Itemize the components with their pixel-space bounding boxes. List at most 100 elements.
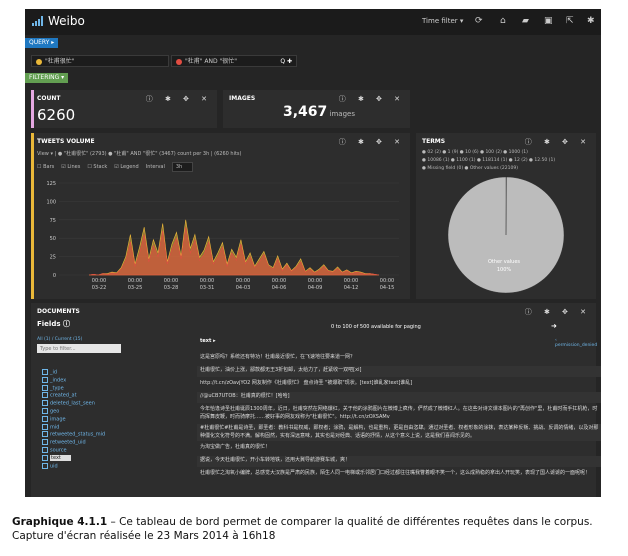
panel-controls[interactable]: ⓘ ✱ ✥ ✕ [146,94,212,104]
images-title: IMAGES [229,95,256,102]
field-checkbox[interactable] [42,423,48,430]
panel-controls[interactable]: ⓘ ✱ ✥ ✕ [525,307,591,317]
field-checkbox[interactable] [42,415,48,422]
field-item[interactable]: source [42,447,67,454]
refresh-icon[interactable]: ⟳ [475,16,483,26]
terms-panel: TERMS ⓘ ✱ ✥ ✕ ● 02 (2) ● 1 (9) ● 10 (6) … [416,133,596,299]
document-row[interactable]: #杜甫很忙#杜甫是诗圣，即圣者：教科书是权威，即权者；涂鸦，是解构，也是重构，更… [197,424,601,441]
count-title: COUNT [37,95,61,102]
x-tick-label: 03-31 [200,285,215,291]
tweets-volume-chart: 0255075100125 00:0003-2200:0003-2500:000… [46,181,399,291]
x-tick-label: 03-25 [128,285,143,291]
field-checkbox[interactable] [42,454,48,461]
field-checkbox[interactable] [42,392,48,399]
option-legend[interactable]: ☑ Legend [114,164,138,170]
terms-legend-line: ● Missing field (0) ● Other values (2210… [422,166,518,171]
tweets-volume-title: TWEETS VOLUME [37,138,95,145]
documents-title: DOCUMENTS [37,308,80,315]
x-tick-label: 00:00 [92,278,106,284]
panel-controls[interactable]: ⓘ ✱ ✥ ✕ [339,94,405,104]
panel-controls[interactable]: ⓘ ✱ ✥ ✕ [525,137,591,147]
save-icon[interactable]: ▣ [544,16,553,26]
app-logo[interactable]: Weibo [32,14,85,28]
terms-legend-line: ● 10086 (1) ● 1100 (1) ● 118114 (1) ● 12… [422,158,556,163]
terms-title: TERMS [422,138,446,145]
field-item[interactable]: retweeted_uid [42,439,86,446]
x-tick-label: 00:00 [164,278,178,284]
field-checkbox[interactable] [42,431,48,438]
time-filter-dropdown[interactable]: Time filter ▾ [422,17,463,25]
field-item[interactable]: deleted_last_seen [42,400,95,407]
document-row[interactable]: 这是宫原吗？系统还有特功！杜甫最近很忙，在飞速地往要来道一网？ [197,353,601,364]
field-checkbox[interactable] [42,408,48,414]
document-row[interactable]: 今年恰逢诗圣杜甫诞辰1300周年，近日，杜甫突然在网络爆红，关于他的涂鸦图片在微… [197,405,601,422]
field-item[interactable]: _index [42,376,66,383]
query-color-dot[interactable] [36,58,42,65]
field-item[interactable]: _type [42,384,64,391]
column-header-permission[interactable]: ‹ permission_denied [555,338,597,348]
x-tick-label: 00:00 [272,278,286,284]
query-input-2[interactable]: "杜甫" AND "很忙" Q ✚ [171,55,297,67]
field-item[interactable]: uid [42,462,58,469]
document-row[interactable]: 为淘宝做广告，杜甫真的很忙！ [197,443,601,454]
field-item[interactable]: text [42,454,71,462]
home-icon[interactable]: ⌂ [500,16,506,26]
gear-icon[interactable]: ✱ [587,16,595,26]
field-filter-input[interactable] [37,344,121,353]
add-query-icon[interactable]: Q ✚ [280,56,292,68]
figure-caption: Graphique 4.1.1 – Ce tableau de bord per… [12,515,616,543]
bar-logo-icon [32,16,43,26]
document-row[interactable]: 杜甫很忙之淘氧小编牌，总感觉大汉族是严肃的民族，陌生人同一电梯或乐邻居门口经过都… [197,469,601,486]
terms-legend-line: ● 02 (2) ● 1 (9) ● 10 (6) ● 100 (2) ● 10… [422,150,528,155]
x-tick-label: 00:00 [128,278,142,284]
folder-icon[interactable]: ▰ [522,16,529,26]
option-stack[interactable]: ☐ Stack [87,164,107,170]
y-tick-label: 125 [46,181,56,187]
dashboard-screenshot: Weibo Time filter ▾ ⟳ ⌂ ▰ ▣ ⇱ ✱ QUERY ▸ … [25,9,601,497]
field-item[interactable]: mid [42,423,59,430]
top-navbar: Weibo Time filter ▾ ⟳ ⌂ ▰ ▣ ⇱ ✱ [25,9,601,35]
query-color-dot[interactable] [176,58,182,65]
field-checkbox[interactable] [42,400,48,407]
field-checkbox[interactable] [42,447,48,453]
option-lines[interactable]: ☑ Lines [61,164,80,170]
field-item[interactable]: retweeted_status_mid [42,431,105,438]
document-row[interactable]: //@uCB7UTOB：杜甫真的很忙！[哈哈] [197,392,601,403]
query-toggle[interactable]: QUERY ▸ [25,38,59,48]
x-tick-label: 04-03 [236,285,251,291]
y-tick-label: 0 [53,273,56,279]
field-checkbox[interactable] [42,439,48,446]
chart-options: ☐ Bars ☑ Lines ☐ Stack ☑ Legend Interval… [37,162,194,172]
document-row[interactable]: http://t.cn/zOavjYO2 网友制作《杜甫很忙》 盘点诗圣 "被爆… [197,379,601,390]
interval-select[interactable]: 3h [171,162,194,172]
field-checkbox[interactable] [42,369,48,375]
fields-scope[interactable]: All (1) / Current (15) [37,337,82,342]
field-item[interactable]: image [42,415,66,422]
pie-percent: 100% [497,267,512,273]
field-checkbox[interactable] [42,462,48,469]
field-item[interactable]: created_at [42,392,77,399]
x-tick-label: 04-12 [344,285,359,291]
pie-label: Other values [488,259,520,265]
document-row[interactable]: 据说，今天杜甫很忙，开小车转地铁，还用大冀导航游赛车城，爽！ [197,456,601,467]
document-row[interactable]: 杜甫很忙，油价上涨，鄙款都无王3折包邮，太给力了，赶紧收一双吧[xi] [197,366,601,377]
next-page-icon[interactable]: ➜ [551,322,557,330]
option-bars[interactable]: ☐ Bars [37,164,54,170]
x-tick-label: 00:00 [308,278,322,284]
app-title: Weibo [48,14,85,28]
documents-panel: DOCUMENTS ⓘ ✱ ✥ ✕ Fields ⓘ All (1) / Cur… [31,303,601,497]
images-panel: IMAGES ⓘ ✱ ✥ ✕ 3,467 images [223,90,410,128]
field-item[interactable]: geo [42,408,59,415]
query-input-1[interactable]: "杜甫很忙" [31,55,169,67]
filtering-toggle[interactable]: FILTERING ▾ [25,73,69,83]
x-tick-label: 00:00 [236,278,250,284]
share-icon[interactable]: ⇱ [566,16,574,26]
y-tick-label: 75 [50,218,56,224]
field-checkbox[interactable] [42,376,48,383]
panel-controls[interactable]: ⓘ ✱ ✥ ✕ [339,137,405,147]
field-item[interactable]: _id [42,369,57,376]
fields-label: Fields ⓘ [37,320,70,328]
field-checkbox[interactable] [42,384,48,391]
column-header-text[interactable]: text ▸ [200,338,216,344]
chart-legend[interactable]: View ▾ | ● "杜甫很忙" (2793) ● "杜甫" AND "很忙"… [37,150,241,157]
